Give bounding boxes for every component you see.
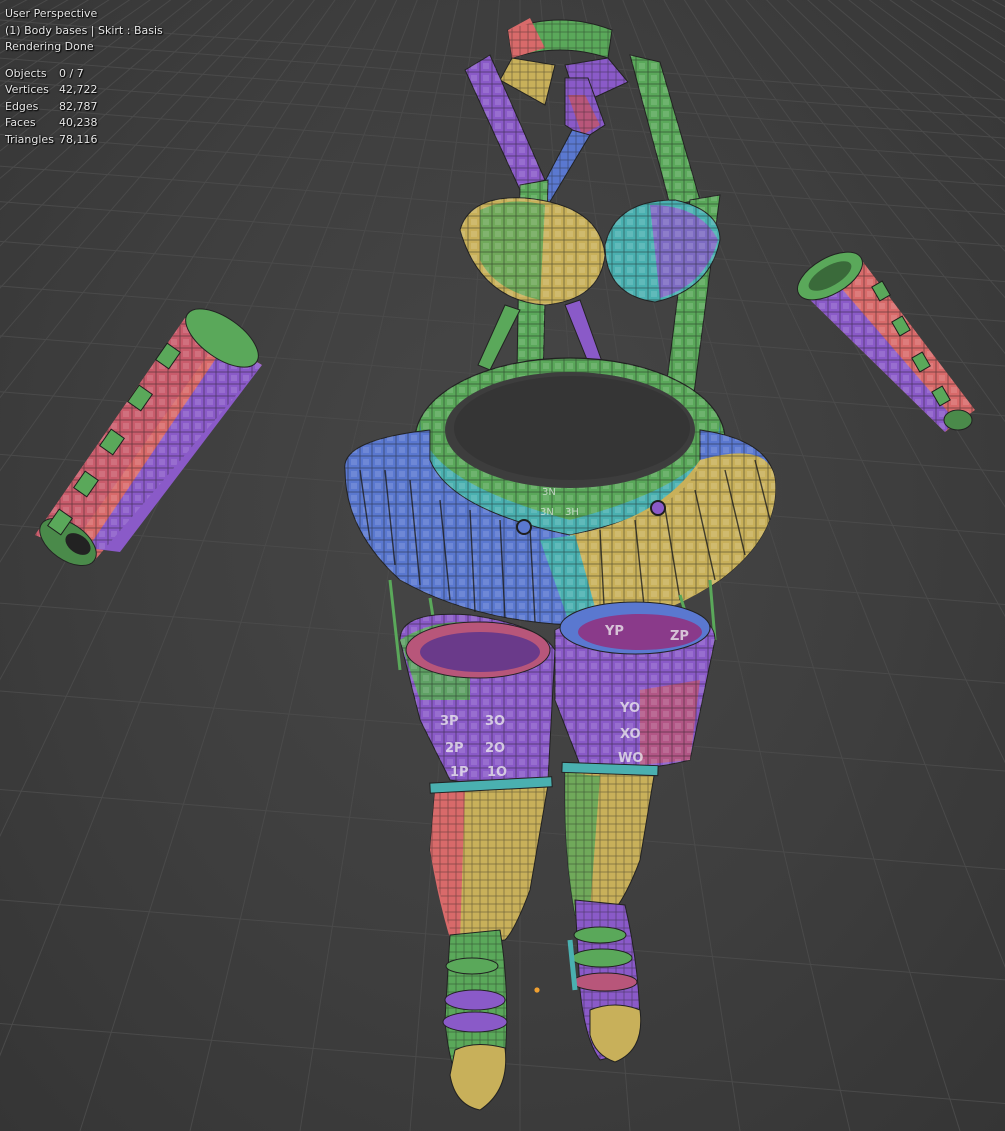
left-arm-guard-mesh[interactable] xyxy=(31,298,267,576)
uv-label: 3O xyxy=(485,714,505,729)
uv-label: 3H xyxy=(565,507,579,518)
uv-label: 1O xyxy=(487,765,507,780)
object-origin-point[interactable] xyxy=(534,987,540,993)
uv-label: 3P xyxy=(440,714,459,729)
uv-label: YO xyxy=(619,701,640,716)
uv-label: ZP xyxy=(670,629,689,644)
bra-mesh[interactable] xyxy=(459,197,721,306)
uv-label: 3N xyxy=(540,507,554,518)
uv-label: YP xyxy=(604,624,624,639)
shorts-mesh[interactable]: 3P 3O 2P 2O 1P 1O YO XO WO YP ZP xyxy=(399,601,716,786)
uv-label: 3N xyxy=(542,487,556,498)
uv-label: WO xyxy=(618,751,643,766)
uv-label: 2O xyxy=(485,741,505,756)
uv-label: 1P xyxy=(450,765,469,780)
uv-label: 2P xyxy=(445,741,464,756)
3d-viewport[interactable]: 3N 3N 3H 3P 3O 2P 2O 1P 1O YO XO WO YP Z… xyxy=(0,0,1005,1131)
uv-label: XO xyxy=(620,727,641,742)
right-arm-guard-mesh[interactable] xyxy=(790,242,975,432)
collar-mesh[interactable] xyxy=(499,18,629,106)
viewport-scene: 3N 3N 3H 3P 3O 2P 2O 1P 1O YO XO WO YP Z… xyxy=(0,0,1005,1131)
